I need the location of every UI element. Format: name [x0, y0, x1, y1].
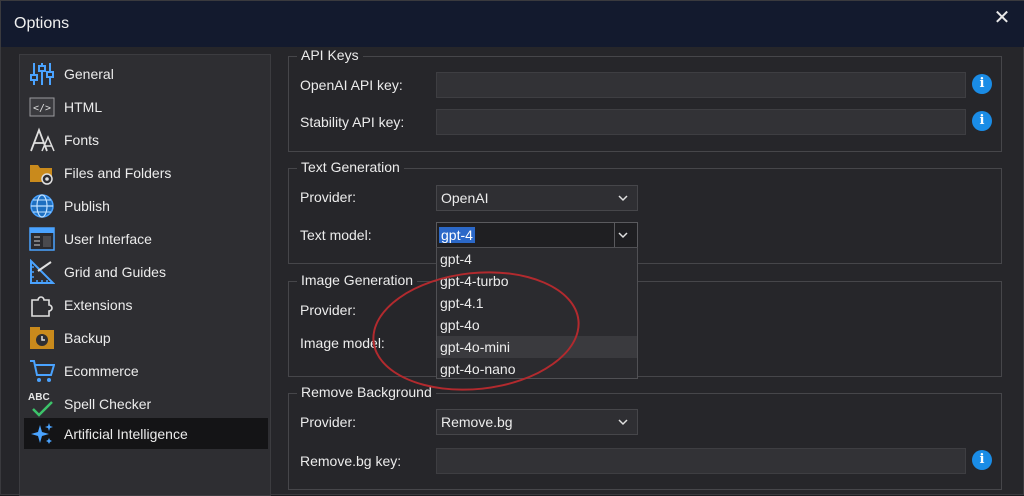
remove-bg-key-label: Remove.bg key:: [300, 453, 402, 469]
font-icon: [28, 126, 56, 153]
svg-text:</>: </>: [33, 103, 51, 114]
sidebar-item-label: Artificial Intelligence: [64, 425, 188, 442]
group-title: API Keys: [297, 47, 363, 63]
sidebar-item-backup[interactable]: Backup: [24, 322, 268, 353]
remove-background-group: Remove Background: [288, 384, 1002, 490]
sidebar-item-label: Grid and Guides: [64, 263, 166, 280]
group-title: Text Generation: [297, 159, 404, 175]
sidebar-item-label: User Interface: [64, 230, 152, 247]
sidebar-item-spell-checker[interactable]: ABC Spell Checker: [24, 388, 268, 419]
svg-text:ABC: ABC: [28, 392, 50, 403]
dropdown-option[interactable]: gpt-4: [437, 248, 637, 270]
sidebar-item-label: Publish: [64, 197, 110, 214]
sidebar-item-publish[interactable]: Publish: [24, 190, 268, 221]
sidebar-item-ecommerce[interactable]: Ecommerce: [24, 355, 268, 386]
sliders-icon: [28, 61, 56, 87]
globe-icon: [28, 193, 56, 219]
window-icon: [28, 226, 56, 252]
sidebar-item-label: HTML: [64, 98, 103, 115]
select-value: gpt-4: [439, 227, 475, 243]
cart-icon: [28, 358, 56, 384]
info-icon[interactable]: i: [972, 111, 992, 131]
sparkles-icon: [28, 421, 56, 447]
close-icon: ✕: [993, 7, 1011, 29]
divider: [614, 223, 615, 247]
sidebar-item-label: General: [64, 65, 114, 82]
folder-gear-icon: [28, 160, 56, 186]
image-provider-label: Provider:: [300, 302, 357, 318]
sidebar-item-grid-and-guides[interactable]: Grid and Guides: [24, 256, 268, 287]
sidebar-item-label: Files and Folders: [64, 164, 172, 181]
chevron-down-icon: [617, 191, 629, 209]
text-provider-select[interactable]: OpenAI: [436, 185, 638, 211]
title-bar: Options ✕: [1, 1, 1024, 47]
code-icon: </>: [28, 94, 56, 120]
sidebar-item-label: Backup: [64, 329, 111, 346]
sidebar-item-files-and-folders[interactable]: Files and Folders: [24, 157, 268, 188]
remove-bg-provider-label: Provider:: [300, 414, 357, 430]
text-provider-label: Provider:: [300, 189, 357, 205]
info-icon[interactable]: i: [972, 74, 992, 94]
sidebar: General </> HTML Fonts Files and Folders…: [19, 54, 271, 496]
select-value: Remove.bg: [441, 414, 513, 430]
stability-api-key-label: Stability API key:: [300, 114, 405, 130]
sidebar-item-label: Extensions: [64, 296, 133, 313]
select-value: OpenAI: [441, 190, 489, 206]
stability-api-key-field[interactable]: [436, 109, 966, 135]
sidebar-item-label: Ecommerce: [64, 362, 139, 379]
text-model-label: Text model:: [300, 227, 372, 243]
group-title: Remove Background: [297, 384, 436, 400]
sidebar-item-html[interactable]: </> HTML: [24, 91, 268, 122]
puzzle-icon: [28, 292, 56, 318]
chevron-down-icon[interactable]: [617, 228, 629, 246]
text-model-combobox[interactable]: gpt-4: [436, 222, 638, 248]
sidebar-item-fonts[interactable]: Fonts: [24, 124, 268, 155]
api-keys-group: API Keys: [288, 47, 1002, 152]
chevron-down-icon: [617, 415, 629, 433]
group-title: Image Generation: [297, 272, 418, 288]
sidebar-item-label: Fonts: [64, 131, 100, 148]
sidebar-item-extensions[interactable]: Extensions: [24, 289, 268, 320]
openai-api-key-label: OpenAI API key:: [300, 77, 403, 93]
remove-bg-provider-select[interactable]: Remove.bg: [436, 409, 638, 435]
openai-api-key-field[interactable]: [436, 72, 966, 98]
info-icon[interactable]: i: [972, 450, 992, 470]
ruler-icon: [28, 258, 56, 285]
text-generation-group: Text Generation: [288, 159, 1002, 264]
sidebar-item-label: Spell Checker: [64, 395, 152, 412]
backup-icon: [28, 325, 56, 351]
sidebar-item-general[interactable]: General: [24, 58, 268, 89]
options-window: Options ✕ General </> HTML Fonts Files a…: [0, 0, 1024, 496]
remove-bg-key-field[interactable]: [436, 448, 966, 474]
spellcheck-icon: ABC: [28, 391, 56, 417]
sidebar-item-artificial-intelligence[interactable]: Artificial Intelligence: [24, 418, 268, 449]
close-button[interactable]: ✕: [979, 1, 1024, 37]
window-title: Options: [14, 15, 70, 32]
sidebar-item-user-interface[interactable]: User Interface: [24, 223, 268, 254]
